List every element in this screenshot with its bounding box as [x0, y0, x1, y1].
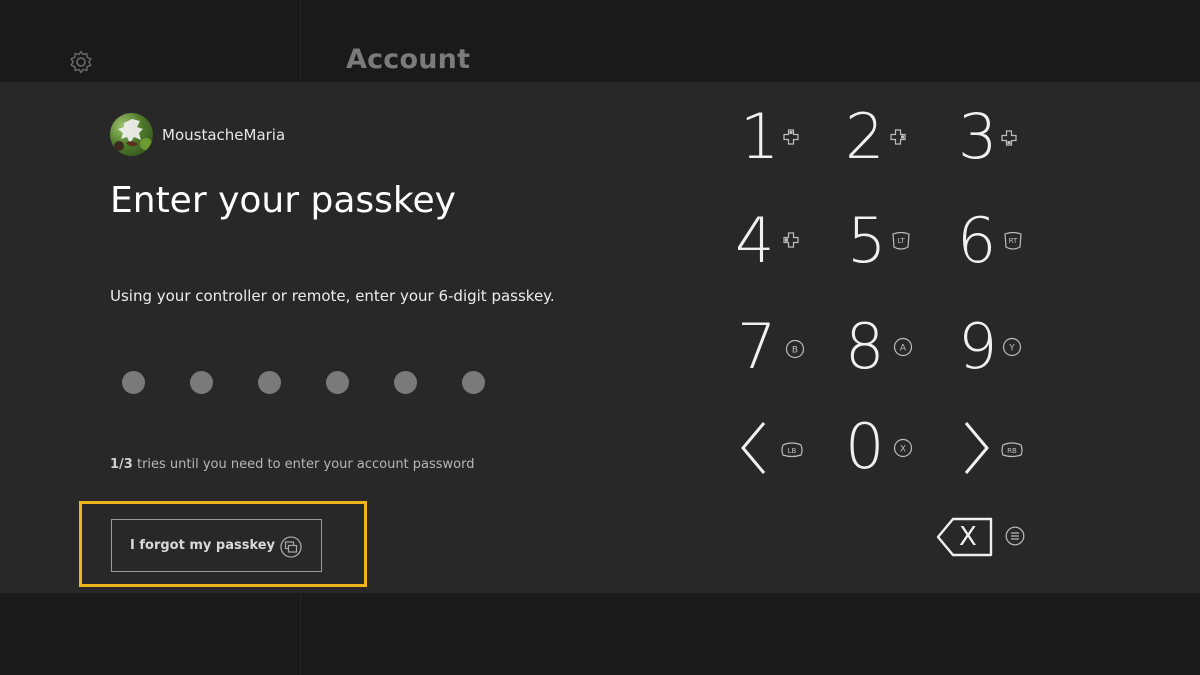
page-title: Account [346, 44, 471, 75]
nav-divider-bottom [300, 593, 301, 675]
svg-text:B: B [792, 346, 798, 356]
keypad-key-3[interactable]: 3 [958, 106, 1038, 186]
svg-text:RB: RB [1007, 447, 1017, 455]
keypad-digit: 2 [845, 100, 885, 173]
passkey-dot [122, 371, 145, 394]
svg-text:A: A [900, 344, 907, 354]
keypad-key-previous[interactable]: LB [735, 418, 815, 498]
keypad-key-4[interactable]: 4 [735, 210, 815, 290]
passkey-dot [394, 371, 417, 394]
tries-remaining: 1/3 tries until you need to enter your a… [110, 457, 475, 472]
passkey-dot [190, 371, 213, 394]
rb-bumper-icon: RB [1001, 442, 1023, 458]
gamertag: MoustacheMaria [162, 126, 286, 144]
keypad-digit: 0 [845, 410, 885, 483]
dpad-down-icon [1001, 130, 1017, 146]
x-button-icon: X [893, 438, 913, 458]
keypad-key-1[interactable]: 1 [740, 106, 820, 186]
keypad-key-0[interactable]: 0 X [845, 416, 925, 496]
top-bar [0, 0, 1200, 82]
view-button-icon [280, 536, 302, 558]
b-button-icon: B [785, 339, 805, 359]
keypad-key-7[interactable]: 7 B [737, 316, 817, 396]
tries-count: 1/3 [110, 457, 133, 472]
passkey-dot [462, 371, 485, 394]
a-button-icon: A [893, 337, 913, 357]
keypad-digit: 6 [957, 204, 997, 277]
gear-icon[interactable] [68, 49, 94, 75]
rt-trigger-icon: RT [1004, 231, 1022, 250]
svg-text:LT: LT [897, 237, 905, 245]
passkey-dot [326, 371, 349, 394]
keypad-digit: 8 [845, 310, 885, 383]
dpad-left-icon [783, 232, 799, 248]
keypad-key-9[interactable]: 9 Y [958, 316, 1038, 396]
passkey-dots [122, 371, 485, 394]
keypad-digit: 1 [740, 100, 780, 173]
keypad-digit: 7 [737, 310, 777, 383]
y-button-icon: Y [1002, 337, 1022, 357]
keypad-key-5[interactable]: 5 LT [847, 210, 927, 290]
passkey-dot [258, 371, 281, 394]
svg-text:RT: RT [1009, 237, 1018, 245]
avatar [110, 113, 153, 156]
keypad-digit: 9 [958, 310, 998, 383]
keypad-digit: 5 [847, 204, 887, 277]
keypad-key-8[interactable]: 8 A [845, 316, 925, 396]
chevron-left-icon [741, 422, 766, 474]
keypad-key-next[interactable]: RB [958, 418, 1038, 498]
backspace-label: X [959, 522, 977, 552]
menu-button-icon [1005, 526, 1025, 546]
svg-text:X: X [900, 445, 906, 455]
dpad-right-icon [890, 129, 906, 145]
forgot-passkey-label: I forgot my passkey [130, 538, 276, 553]
svg-text:LB: LB [788, 447, 797, 455]
svg-text:Y: Y [1008, 344, 1015, 354]
backspace-key[interactable]: X [936, 517, 994, 557]
keypad-digit: 3 [958, 100, 998, 173]
keypad-key-6[interactable]: 6 RT [957, 210, 1037, 290]
lt-trigger-icon: LT [892, 231, 910, 250]
tries-text: tries until you need to enter your accou… [132, 457, 475, 472]
dpad-up-icon [783, 129, 799, 145]
chevron-right-icon [964, 422, 989, 474]
passkey-instructions: Using your controller or remote, enter y… [110, 287, 555, 305]
nav-divider [300, 0, 301, 82]
keypad-key-2[interactable]: 2 [845, 106, 925, 186]
lb-bumper-icon: LB [781, 442, 803, 458]
passkey-heading: Enter your passkey [110, 180, 456, 221]
bottom-bar [0, 593, 1200, 675]
keypad-digit: 4 [735, 204, 775, 277]
